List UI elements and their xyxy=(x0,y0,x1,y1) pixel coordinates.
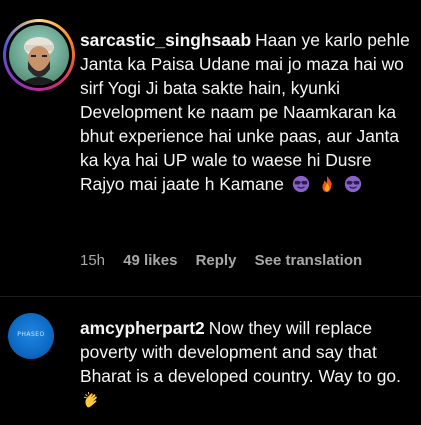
comment-username[interactable]: amcypherpart2 xyxy=(80,318,205,338)
comment-body: amcypherpart2 Now they will replace pover… xyxy=(80,316,416,412)
story-ring-avatar[interactable] xyxy=(3,19,75,91)
avatar-logo-text: PHASEO xyxy=(17,331,45,338)
avatar[interactable]: PHASEO xyxy=(8,313,54,359)
comments-list: sarcastic_singhsaab Haan ye karlo pehle J… xyxy=(0,0,421,425)
likes-count[interactable]: 49 likes xyxy=(123,252,177,269)
smiling-face-with-sunglasses-emoji xyxy=(292,175,309,193)
avatar-person-icon xyxy=(19,37,59,85)
comment-text: Haan ye karlo pehle Janta ka Paisa Udane… xyxy=(80,30,410,194)
comment-meta: 15h 49 likes Reply See translation xyxy=(80,252,376,269)
fire-emoji xyxy=(322,175,332,193)
smiling-face-with-sunglasses-emoji xyxy=(344,175,361,193)
comment-timestamp[interactable]: 15h xyxy=(80,252,105,269)
divider xyxy=(0,296,421,297)
clapping-hands-emoji xyxy=(83,391,97,408)
comment-username[interactable]: sarcastic_singhsaab xyxy=(80,30,251,50)
avatar xyxy=(9,25,69,85)
see-translation-button[interactable]: See translation xyxy=(255,252,363,269)
comment-body: sarcastic_singhsaab Haan ye karlo pehle J… xyxy=(80,28,416,196)
reply-button[interactable]: Reply xyxy=(196,252,237,269)
avatar-ring-gap xyxy=(6,22,72,88)
